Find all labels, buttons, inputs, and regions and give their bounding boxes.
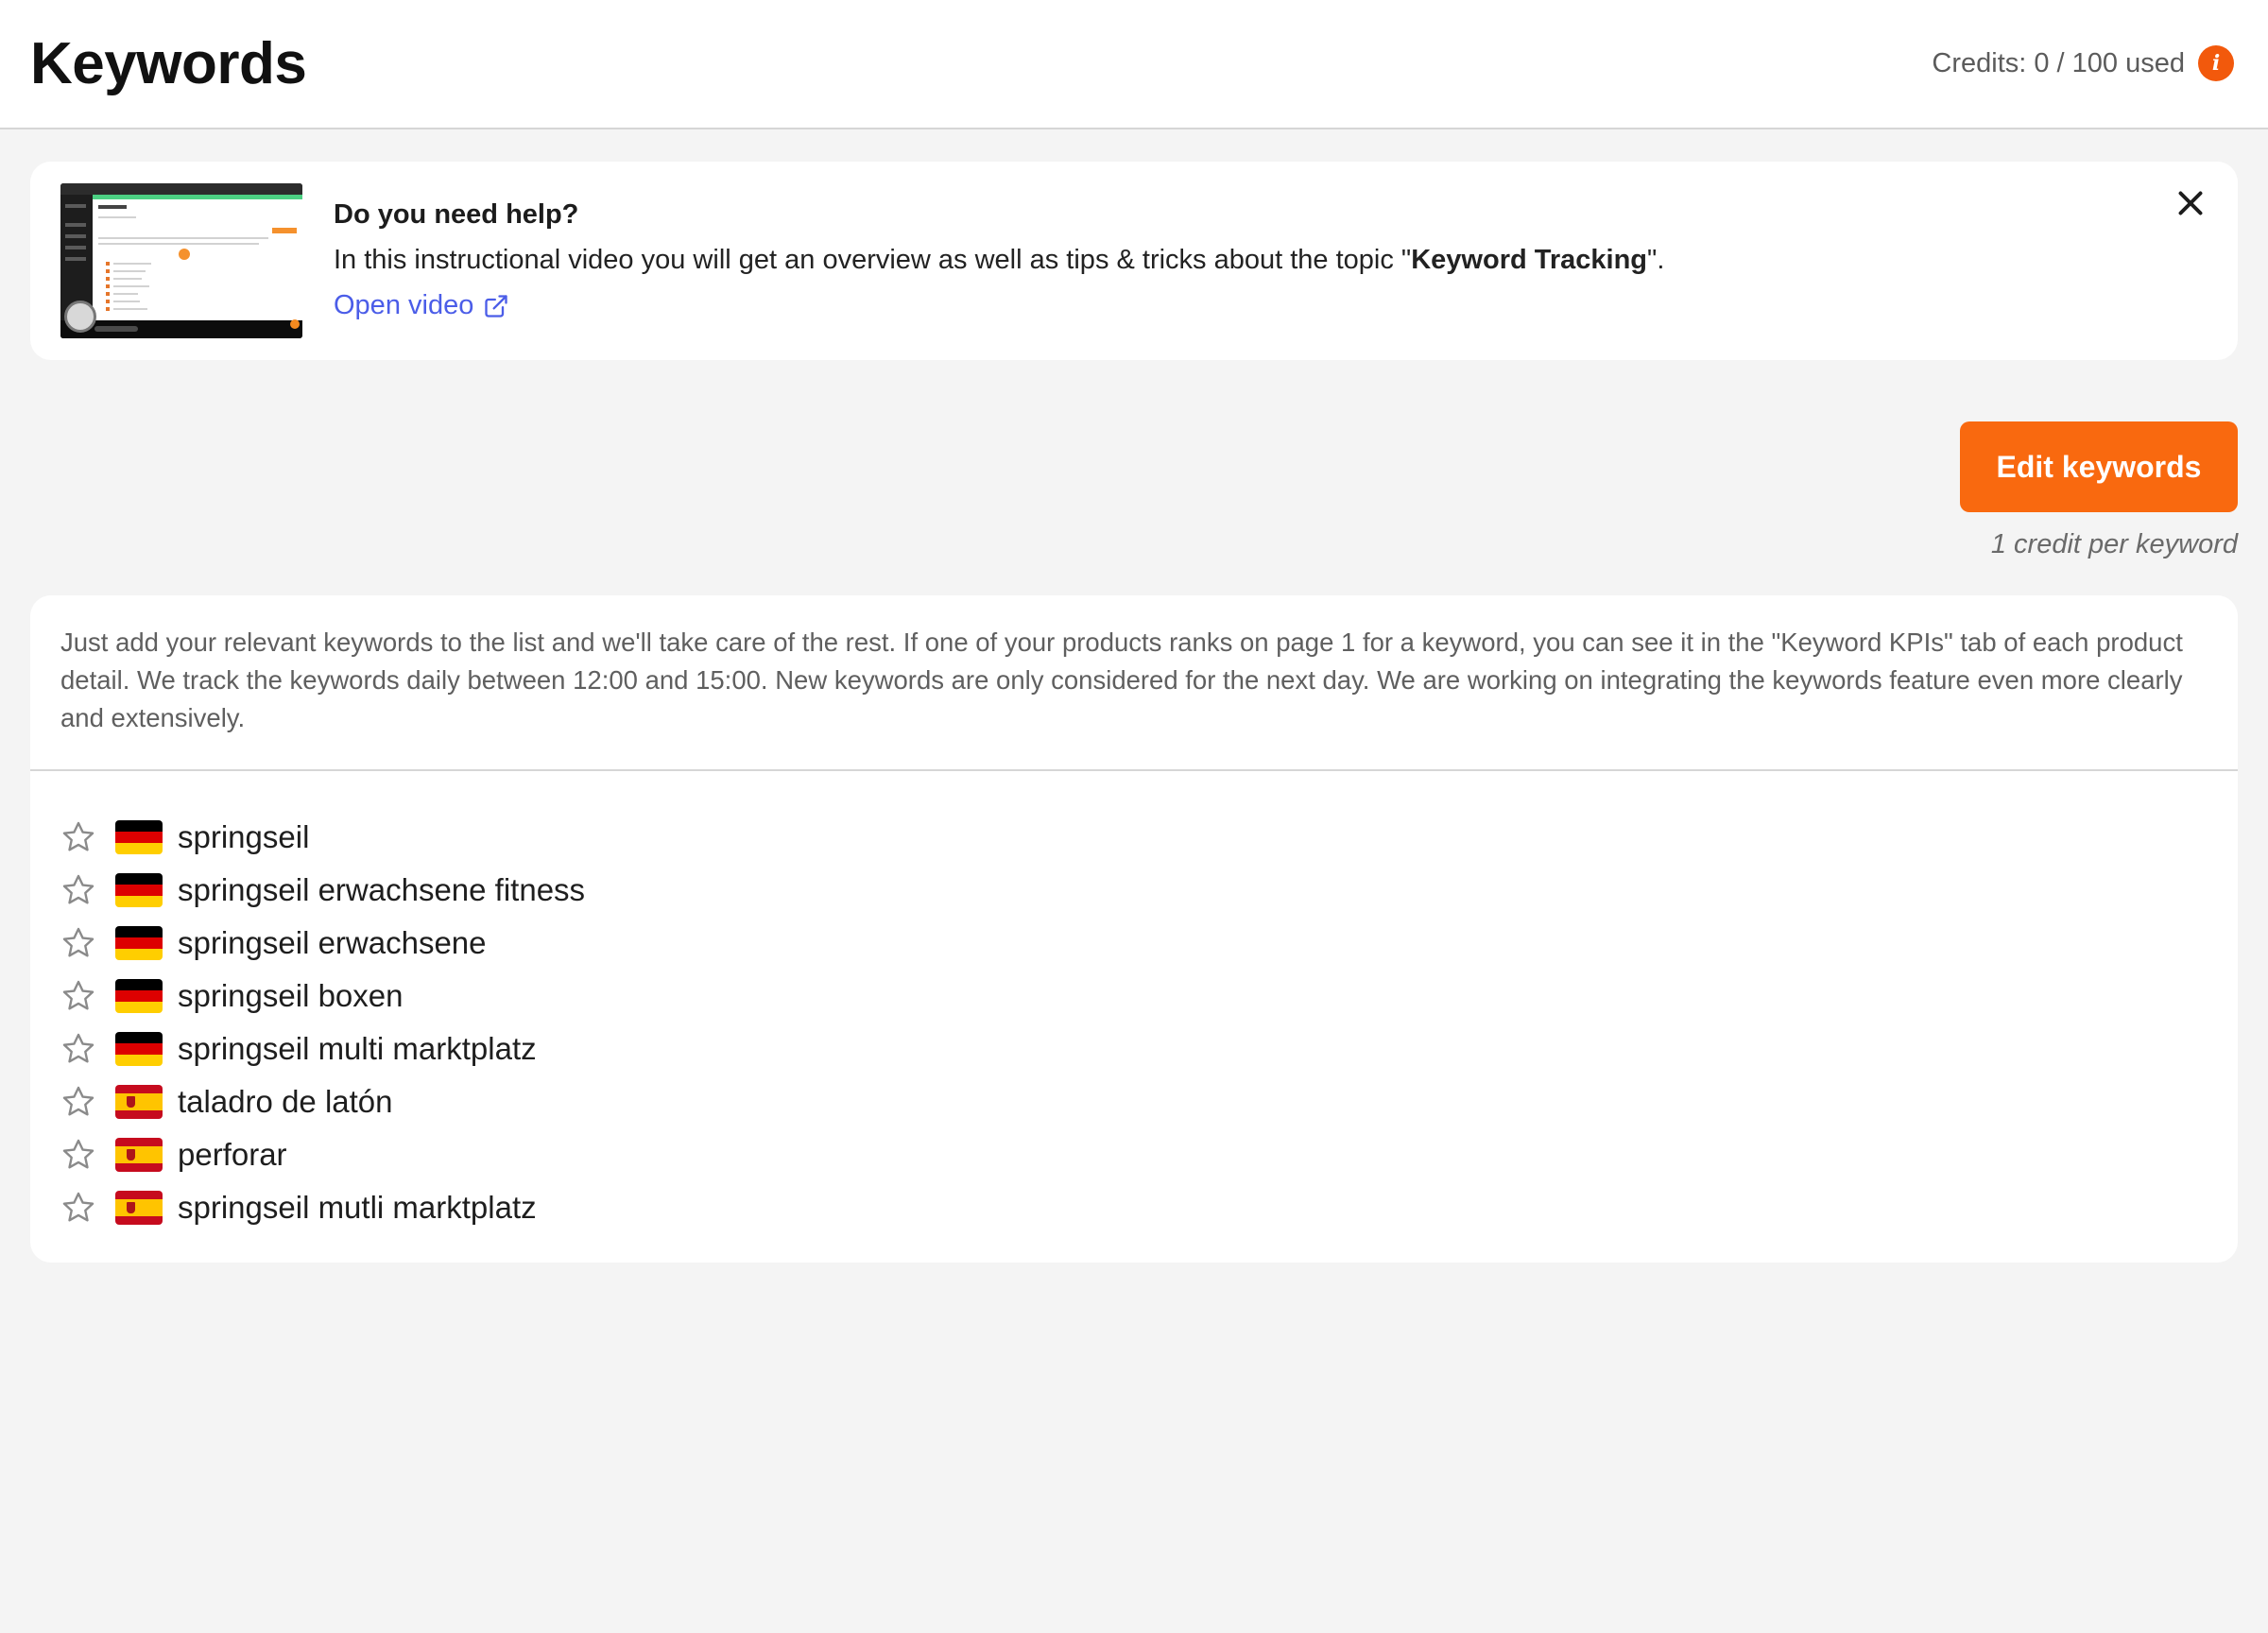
star-outline-icon[interactable] [60,1084,96,1120]
star-outline-icon[interactable] [60,978,96,1014]
keyword-label: perforar [178,1137,287,1172]
star-outline-icon[interactable] [60,872,96,908]
keyword-label: springseil mutli marktplatz [178,1190,537,1225]
divider [30,769,2238,771]
page-header: Keywords Credits: 0 / 100 used i [0,0,2268,129]
keyword-label: springseil erwachsene fitness [178,872,586,907]
keyword-label: springseil [178,819,310,854]
star-outline-icon[interactable] [60,1031,96,1067]
external-link-icon [485,294,507,318]
keyword-label: springseil boxen [178,978,404,1013]
spain-flag-icon [115,1191,163,1225]
open-video-label: Open video [334,290,474,320]
star-outline-icon[interactable] [60,1190,96,1226]
keyword-label: springseil erwachsene [178,925,487,960]
keyword-item: taladro de latón [60,1075,585,1128]
keyword-item: springseil mutli marktplatz [60,1181,585,1234]
star-outline-icon[interactable] [60,925,96,961]
spain-flag-icon [115,1138,163,1172]
keyword-list: springseil springseil erwachsene fitness… [60,811,585,1234]
star-outline-icon[interactable] [60,1137,96,1173]
keyword-item: springseil erwachsene fitness [60,864,585,917]
keyword-label: springseil multi marktplatz [178,1031,537,1066]
star-outline-icon[interactable] [60,819,96,855]
keyword-item: springseil erwachsene [60,917,585,970]
keywords-panel: Just add your relevant keywords to the l… [30,595,2238,1263]
credits-text: Credits: 0 / 100 used [1932,47,2185,78]
germany-flag-icon [115,926,163,960]
keyword-item: perforar [60,1128,585,1181]
keyword-item: springseil [60,811,585,864]
help-title: Do you need help? [334,199,579,230]
credits-indicator: Credits: 0 / 100 used i [1932,45,2234,81]
help-banner: Do you need help? In this instructional … [30,162,2238,360]
open-video-link[interactable]: Open video [334,290,509,321]
info-icon[interactable]: i [2198,45,2234,81]
germany-flag-icon [115,1032,163,1066]
germany-flag-icon [115,820,163,854]
edit-keywords-button[interactable]: Edit keywords [1960,421,2238,512]
help-description-end: ". [1647,245,1665,275]
page-title: Keywords [30,31,307,96]
help-description-start: In this instructional video you will get… [334,245,1412,275]
spain-flag-icon [115,1085,163,1119]
germany-flag-icon [115,979,163,1013]
keyword-item: springseil multi marktplatz [60,1023,585,1075]
video-thumbnail[interactable] [60,183,302,338]
close-icon[interactable] [2174,186,2208,220]
help-topic: Keyword Tracking [1411,245,1648,275]
keyword-label: taladro de latón [178,1084,393,1119]
credit-per-keyword-note: 1 credit per keyword [1990,529,2238,559]
keywords-info-text: Just add your relevant keywords to the l… [60,627,2183,732]
keyword-item: springseil boxen [60,970,585,1023]
help-description: In this instructional video you will get… [334,245,1664,276]
germany-flag-icon [115,873,163,907]
